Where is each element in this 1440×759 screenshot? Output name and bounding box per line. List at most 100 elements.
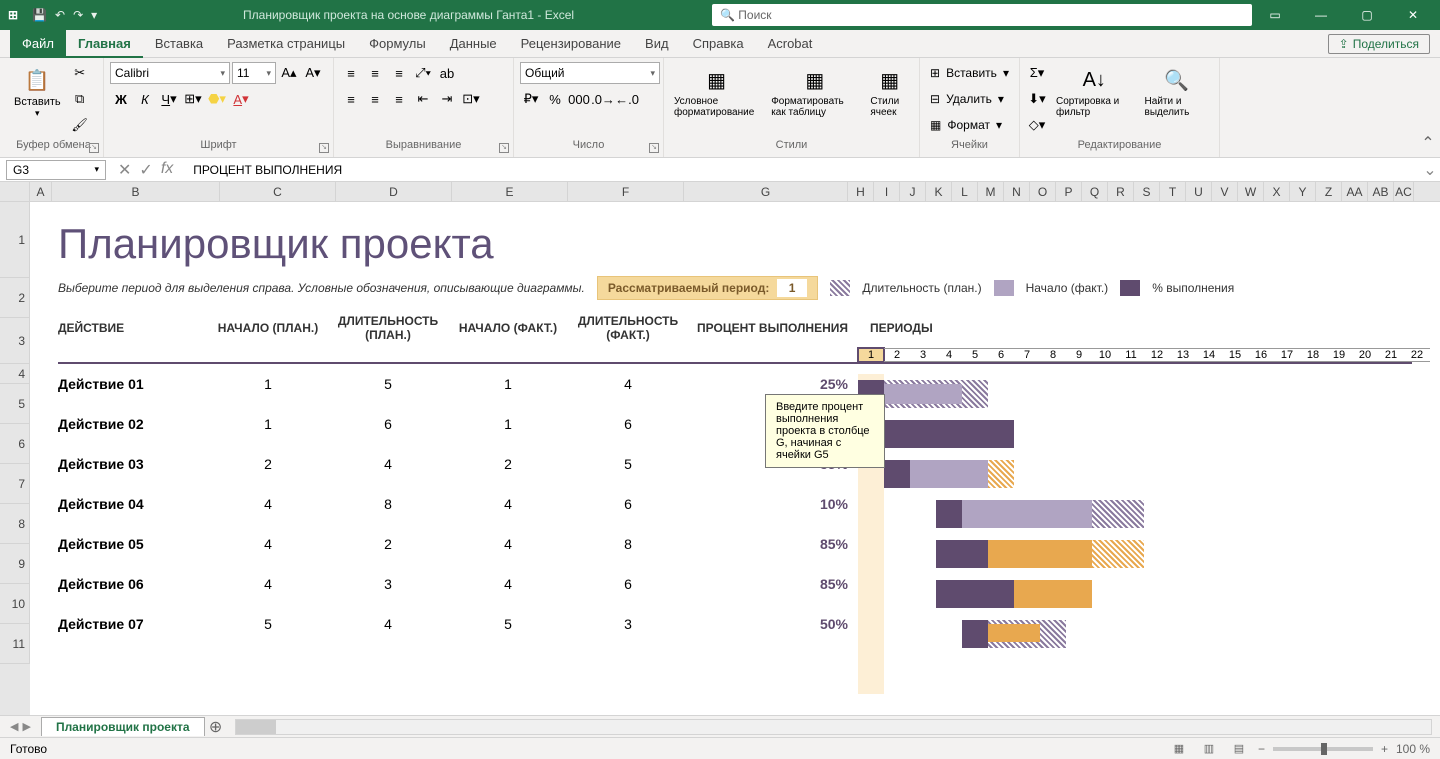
zoom-slider[interactable] xyxy=(1273,747,1373,751)
increase-font-icon[interactable]: A▴ xyxy=(278,62,300,84)
number-format-combo[interactable]: Общий▾ xyxy=(520,62,660,84)
ribbon-display-icon[interactable]: ▭ xyxy=(1252,0,1298,30)
cell-pct[interactable]: 85% xyxy=(688,536,848,552)
tab-file[interactable]: Файл xyxy=(10,30,66,58)
bold-icon[interactable]: Ж xyxy=(110,88,132,110)
column-header[interactable]: AC xyxy=(1394,182,1414,201)
column-header[interactable]: P xyxy=(1056,182,1082,201)
cell-start-fact[interactable]: 1 xyxy=(448,376,568,392)
italic-icon[interactable]: К xyxy=(134,88,156,110)
search-box[interactable]: 🔍 Поиск xyxy=(712,4,1252,26)
cell-start-fact[interactable]: 4 xyxy=(448,536,568,552)
row-header[interactable]: 6 xyxy=(0,424,30,464)
cell-action[interactable]: Действие 03 xyxy=(58,456,208,472)
delete-cells-button[interactable]: ⊟Удалить ▾ xyxy=(926,88,1008,110)
cell-dur-fact[interactable]: 4 xyxy=(568,376,688,392)
cell-dur-plan[interactable]: 3 xyxy=(328,576,448,592)
row-header[interactable]: 2 xyxy=(0,278,30,318)
column-header[interactable]: M xyxy=(978,182,1004,201)
column-header[interactable]: X xyxy=(1264,182,1290,201)
column-header[interactable]: Y xyxy=(1290,182,1316,201)
column-header[interactable]: F xyxy=(568,182,684,201)
cell-start-plan[interactable]: 4 xyxy=(208,496,328,512)
maximize-icon[interactable]: ▢ xyxy=(1344,0,1390,30)
wrap-text-icon[interactable]: ab xyxy=(436,62,458,84)
enter-formula-icon[interactable]: ✓ xyxy=(139,160,152,180)
format-cells-button[interactable]: ▦Формат ▾ xyxy=(926,114,1006,136)
decrease-indent-icon[interactable]: ⇤ xyxy=(412,88,434,110)
fill-color-icon[interactable]: ⬣▾ xyxy=(206,88,228,110)
align-top-icon[interactable]: ≡ xyxy=(340,62,362,84)
tab-home[interactable]: Главная xyxy=(66,30,143,58)
copy-icon[interactable]: ⧉ xyxy=(69,88,91,110)
column-header[interactable]: K xyxy=(926,182,952,201)
cell-dur-plan[interactable]: 4 xyxy=(328,456,448,472)
undo-icon[interactable]: ↶ xyxy=(55,8,65,22)
column-header[interactable]: G xyxy=(684,182,848,201)
column-header[interactable]: O xyxy=(1030,182,1056,201)
cell-pct[interactable]: 50% xyxy=(688,616,848,632)
period-value[interactable]: 1 xyxy=(777,279,808,297)
cell-start-fact[interactable]: 4 xyxy=(448,576,568,592)
column-header[interactable]: D xyxy=(336,182,452,201)
column-header[interactable]: C xyxy=(220,182,336,201)
cell-dur-fact[interactable]: 6 xyxy=(568,576,688,592)
row-header[interactable]: 11 xyxy=(0,624,30,664)
align-left-icon[interactable]: ≡ xyxy=(340,88,362,110)
page-layout-view-icon[interactable]: ▥ xyxy=(1198,740,1220,758)
clear-icon[interactable]: ◇▾ xyxy=(1026,114,1048,136)
column-header[interactable]: E xyxy=(452,182,568,201)
cell-action[interactable]: Действие 06 xyxy=(58,576,208,592)
qat-customize-icon[interactable]: ▾ xyxy=(91,8,97,22)
cell-start-fact[interactable]: 2 xyxy=(448,456,568,472)
collapse-ribbon-icon[interactable]: ⌃ xyxy=(1416,133,1440,157)
cell-start-plan[interactable]: 2 xyxy=(208,456,328,472)
cell-styles-button[interactable]: ▦Стили ячеек xyxy=(866,62,913,120)
add-sheet-icon[interactable]: ⊕ xyxy=(205,716,227,738)
currency-icon[interactable]: ₽▾ xyxy=(520,88,542,110)
tab-page-layout[interactable]: Разметка страницы xyxy=(215,30,357,58)
cell-dur-fact[interactable]: 5 xyxy=(568,456,688,472)
cell-start-plan[interactable]: 1 xyxy=(208,376,328,392)
font-color-icon[interactable]: A▾ xyxy=(230,88,252,110)
cell-action[interactable]: Действие 01 xyxy=(58,376,208,392)
cell-dur-fact[interactable]: 6 xyxy=(568,496,688,512)
number-dialog-launcher[interactable]: ↘ xyxy=(649,143,659,153)
column-header[interactable]: B xyxy=(52,182,220,201)
column-header[interactable]: AA xyxy=(1342,182,1368,201)
increase-indent-icon[interactable]: ⇥ xyxy=(436,88,458,110)
horizontal-scrollbar[interactable] xyxy=(235,719,1432,735)
find-select-button[interactable]: 🔍Найти и выделить xyxy=(1141,62,1213,120)
cell-pct[interactable]: 85% xyxy=(688,576,848,592)
column-header[interactable]: W xyxy=(1238,182,1264,201)
cell-action[interactable]: Действие 07 xyxy=(58,616,208,632)
tab-acrobat[interactable]: Acrobat xyxy=(756,30,825,58)
cell-start-fact[interactable]: 1 xyxy=(448,416,568,432)
column-header[interactable]: R xyxy=(1108,182,1134,201)
format-painter-icon[interactable]: 🖌 xyxy=(69,114,91,136)
cell-start-plan[interactable]: 5 xyxy=(208,616,328,632)
thousands-icon[interactable]: 000 xyxy=(568,88,590,110)
expand-formula-bar-icon[interactable]: ⌄ xyxy=(1420,160,1440,180)
align-middle-icon[interactable]: ≡ xyxy=(364,62,386,84)
row-header[interactable]: 7 xyxy=(0,464,30,504)
share-button[interactable]: ⇪ Поделиться xyxy=(1328,34,1430,54)
save-icon[interactable]: 💾 xyxy=(32,8,47,22)
row-header[interactable]: 9 xyxy=(0,544,30,584)
row-header[interactable]: 10 xyxy=(0,584,30,624)
column-header[interactable]: J xyxy=(900,182,926,201)
tab-help[interactable]: Справка xyxy=(681,30,756,58)
cell-start-plan[interactable]: 1 xyxy=(208,416,328,432)
name-box[interactable]: G3▾ xyxy=(6,160,106,180)
alignment-dialog-launcher[interactable]: ↘ xyxy=(499,143,509,153)
column-header[interactable]: S xyxy=(1134,182,1160,201)
cell-start-plan[interactable]: 4 xyxy=(208,576,328,592)
row-header[interactable]: 1 xyxy=(0,202,30,278)
tab-formulas[interactable]: Формулы xyxy=(357,30,438,58)
percent-icon[interactable]: % xyxy=(544,88,566,110)
merge-center-icon[interactable]: ⊡▾ xyxy=(460,88,482,110)
clipboard-dialog-launcher[interactable]: ↘ xyxy=(89,143,99,153)
font-size-combo[interactable]: 11▾ xyxy=(232,62,276,84)
decrease-decimal-icon[interactable]: ←.0 xyxy=(616,88,638,110)
sheet-tab-active[interactable]: Планировщик проекта xyxy=(41,717,205,736)
